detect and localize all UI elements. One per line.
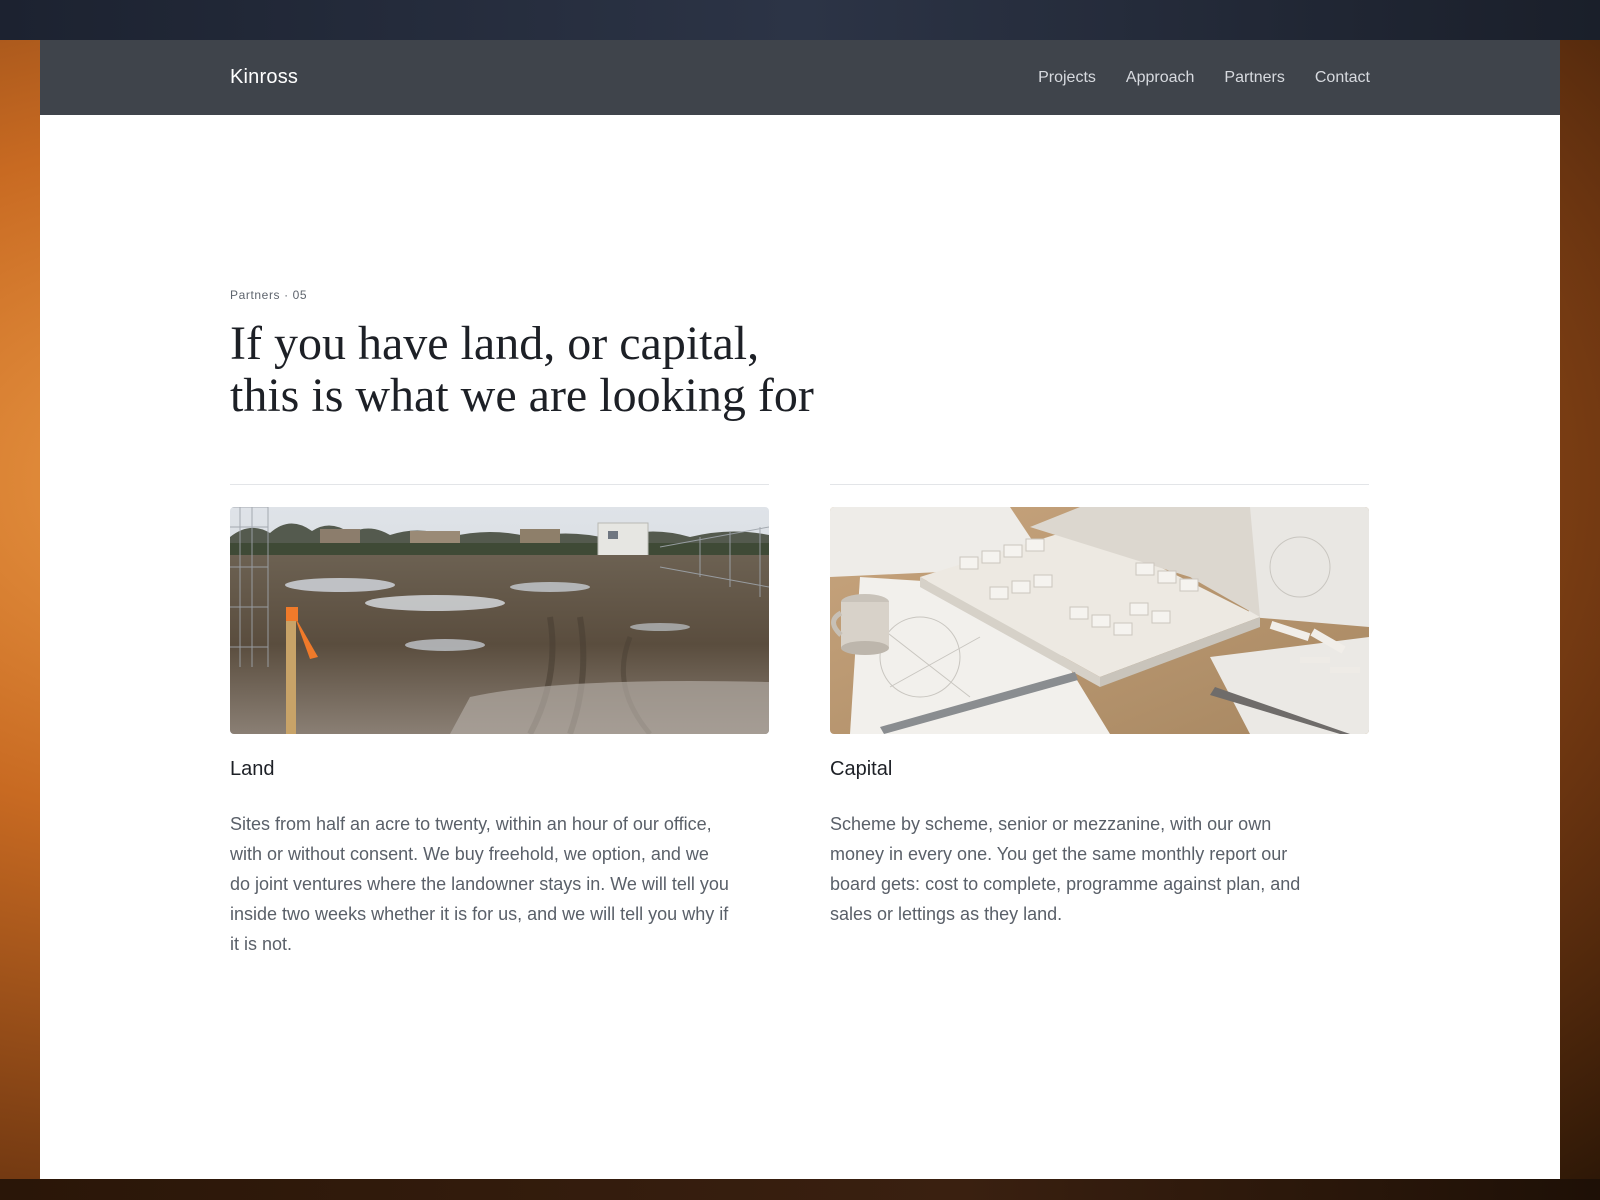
section-eyebrow: Partners · 05 bbox=[230, 288, 308, 302]
card-divider bbox=[830, 484, 1369, 485]
capital-card-body: Scheme by scheme, senior or mezzanine, w… bbox=[830, 814, 1301, 924]
architectural-model-photo bbox=[830, 507, 1369, 734]
desktop-background-top bbox=[0, 0, 1600, 40]
main-nav: Projects Approach Partners Contact bbox=[1038, 40, 1370, 115]
nav-partners[interactable]: Partners bbox=[1224, 69, 1284, 87]
card-divider bbox=[230, 484, 769, 485]
page-title-line-2: this is what we are looking for bbox=[230, 369, 814, 422]
desktop-background-bottom bbox=[0, 1179, 1600, 1200]
brand-logo[interactable]: Kinross bbox=[230, 40, 298, 115]
browser-window: Kinross Projects Approach Partners Conta… bbox=[40, 40, 1560, 1179]
capital-card-title: Capital bbox=[830, 758, 893, 780]
land-card-body: Sites from half an acre to twenty, withi… bbox=[230, 814, 729, 954]
land-card-title: Land bbox=[230, 758, 275, 780]
page-title-line-1: If you have land, or capital, bbox=[230, 317, 760, 370]
muddy-site-photo bbox=[230, 507, 769, 734]
page-title: If you have land, or capital, this is wh… bbox=[230, 318, 930, 422]
site-header: Kinross Projects Approach Partners Conta… bbox=[40, 40, 1560, 115]
nav-contact[interactable]: Contact bbox=[1315, 69, 1370, 87]
land-card: Land Sites from half an acre to twenty, … bbox=[230, 484, 769, 959]
nav-approach[interactable]: Approach bbox=[1126, 69, 1195, 87]
nav-projects[interactable]: Projects bbox=[1038, 69, 1096, 87]
capital-card: Capital Scheme by scheme, senior or mezz… bbox=[830, 484, 1369, 929]
